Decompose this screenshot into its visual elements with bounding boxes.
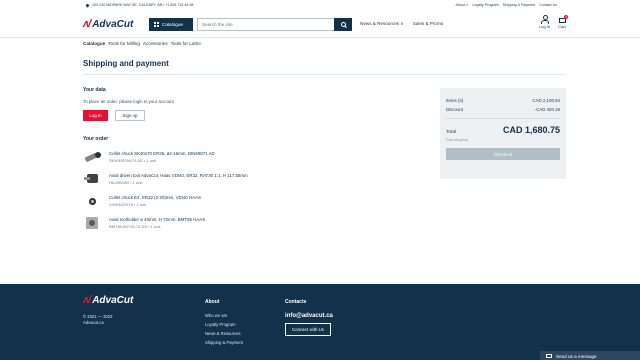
footer-link-shipping[interactable]: Shipping & Payment [205, 340, 243, 345]
top-link-contact[interactable]: Contact Us [539, 3, 557, 7]
envelope-icon [546, 354, 552, 358]
product-name[interactable]: Collet chuck E4, ER32 (2-20)mm, VDI40 HA… [109, 195, 201, 200]
main-nav: News & Resources ∨ Sales & Promo [360, 21, 443, 27]
order-item: Axial toolholder ø 40mm, H 72mm, BMT65 H… [83, 213, 205, 233]
product-sku: V40E632H78 [109, 202, 133, 207]
chat-widget[interactable]: Send us a message [540, 351, 640, 360]
top-link-shipping[interactable]: Shipping & Payment [503, 3, 536, 7]
order-summary: Items (4) CAD 2,100.94 Discount -CAD 420.1… [440, 88, 566, 179]
account-area: Log In 4 Cart [539, 15, 568, 29]
your-data-heading: Your data [83, 87, 106, 93]
nav-news-resources[interactable]: News & Resources ∨ [360, 21, 404, 27]
search-box [197, 17, 352, 31]
total-value: CAD 1,680.75 [502, 125, 560, 135]
product-name[interactable]: Axial driven tool AdvaCut, Haas VDI40, E… [109, 173, 248, 178]
login-link[interactable]: Log In [539, 15, 550, 29]
product-qty: 1 unit [136, 202, 147, 207]
order-item: Axial driven tool AdvaCut, Haas VDI40, E… [83, 169, 248, 189]
shipping-note: Free shipping [446, 138, 468, 142]
product-sku: HA.590083 [109, 180, 130, 185]
site-logo[interactable]: ʌ/AdvaCut [83, 18, 145, 30]
order-item: Collet chuck E4, ER32 (2-20)mm, VDI40 HA… [83, 191, 201, 211]
product-image [83, 215, 103, 231]
items-value: CAD 2,100.94 [532, 98, 560, 103]
top-links: About ∨ Loyalty Program Shipping & Payme… [455, 3, 557, 7]
footer-email[interactable]: info@advacut.ca [285, 313, 333, 319]
site-header: ʌ/AdvaCut Catalogue News & Resources ∨ S… [83, 15, 568, 33]
footer-logo[interactable]: ʌ/AdvaCut [83, 294, 133, 306]
crumb-lathe[interactable]: Tools for Lathe [171, 41, 201, 46]
product-sku: BMT65.B0T40.72.DS [109, 224, 148, 229]
top-link-about[interactable]: About ∨ [455, 3, 468, 7]
product-image [83, 193, 103, 209]
crumb-milling[interactable]: Tools for Milling [108, 41, 140, 46]
footer-about-heading: About [205, 299, 220, 305]
crumb-accessories[interactable]: Accessories [143, 41, 168, 46]
crumb-catalogue[interactable]: Catalogue [83, 41, 105, 46]
footer-copyright: © 2021 — 2023 Advacut.ca [83, 314, 113, 325]
nav-sales-promo[interactable]: Sales & Promo [413, 21, 444, 27]
footer-about: About Who we are Loyalty Program News & … [205, 299, 243, 349]
footer-contacts: Contacts info@advacut.ca Connect with Us [285, 299, 333, 340]
catalogue-button[interactable]: Catalogue [149, 17, 193, 31]
product-image [83, 171, 103, 187]
store-address: 100-240 MIDPARK WAY SE, CALGARY, AB • +1… [92, 3, 194, 7]
product-qty: 1 unit [146, 158, 157, 163]
product-name[interactable]: Collet chuck SK40x70 ER25, ø2-16mm, DIN6… [109, 151, 215, 156]
product-qty: 1 unit [132, 180, 143, 185]
location-pin-icon [85, 2, 90, 8]
cart-link[interactable]: 4 Cart [558, 15, 568, 29]
summary-divider [446, 118, 560, 119]
search-icon [340, 21, 346, 27]
total-label: Total [446, 130, 457, 135]
chat-label: Send us a message [556, 353, 597, 359]
product-image [83, 149, 103, 165]
cart-count-badge: 4 [564, 15, 568, 19]
grid-icon [154, 21, 159, 27]
category-links: Catalogue Tools for Milling Accessories … [83, 41, 201, 46]
cart-icon: 4 [558, 15, 568, 24]
discount-value: -CAD 420.19 [534, 107, 560, 112]
signup-button[interactable]: Sign up [115, 110, 145, 121]
user-icon [541, 15, 550, 24]
title-divider [83, 74, 566, 75]
footer-link-news[interactable]: News & Resources [205, 331, 243, 336]
footer-contacts-heading: Contacts [285, 299, 307, 305]
connect-button[interactable]: Connect with Us [285, 323, 331, 336]
product-sku: SK40ER25H70.AD [109, 158, 143, 163]
footer-link-who-we-are[interactable]: Who we are [205, 313, 243, 318]
search-button[interactable] [334, 17, 352, 31]
top-info-bar: 100-240 MIDPARK WAY SE, CALGARY, AB • +1… [0, 1, 640, 9]
login-note: To place an order, please login to your … [83, 99, 174, 104]
login-button[interactable]: Log In [83, 110, 108, 121]
footer-link-loyalty[interactable]: Loyalty Program [205, 322, 243, 327]
order-item: Collet chuck SK40x70 ER25, ø2-16mm, DIN6… [83, 147, 215, 167]
search-input[interactable] [198, 21, 334, 27]
header-divider [0, 37, 640, 38]
top-link-loyalty[interactable]: Loyalty Program [472, 3, 498, 7]
product-name[interactable]: Axial toolholder ø 40mm, H 72mm, BMT65 H… [109, 217, 205, 222]
checkout-button[interactable]: Checkout [446, 148, 560, 160]
items-label: Items (4) [446, 98, 464, 103]
site-footer: ʌ/AdvaCut © 2021 — 2023 Advacut.ca About… [0, 284, 640, 360]
discount-label: Discount [446, 107, 464, 112]
page-title: Shipping and payment [83, 59, 169, 68]
product-qty: 1 unit [150, 224, 161, 229]
your-order-heading: Your order [83, 136, 109, 142]
